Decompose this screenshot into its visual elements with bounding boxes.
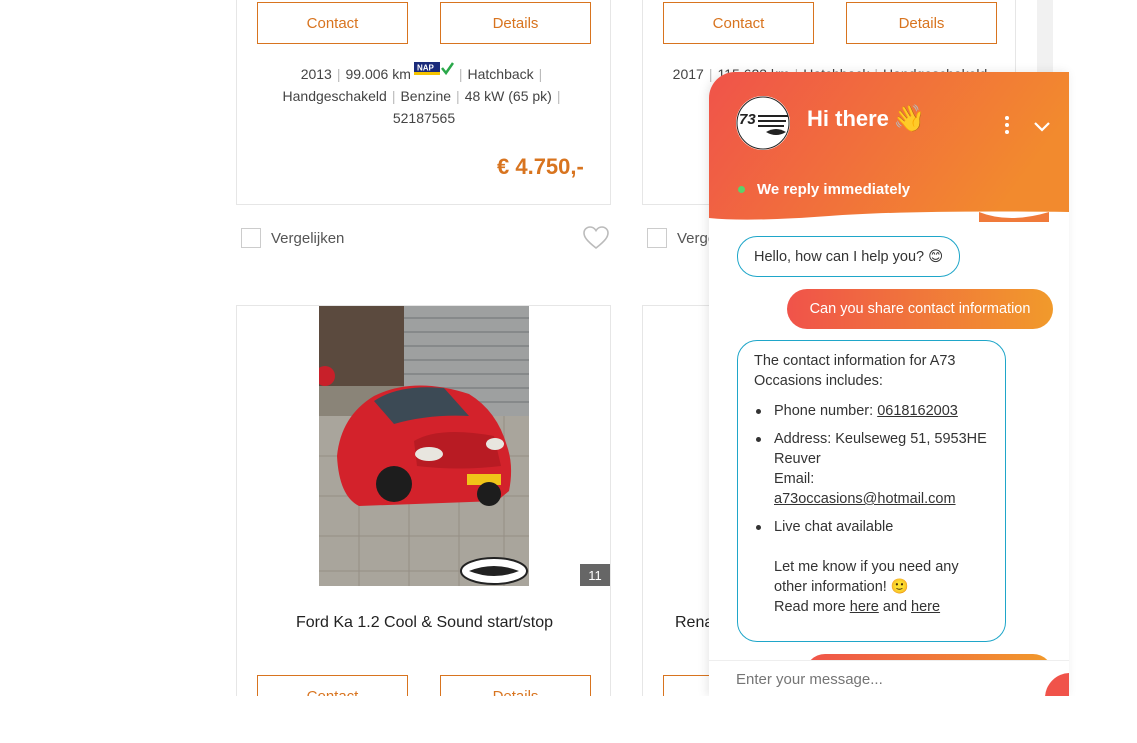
details-button[interactable]: Details xyxy=(440,675,591,696)
bot-message: The contact information for A73 Occasion… xyxy=(737,340,1006,642)
contact-button[interactable]: Contact xyxy=(663,2,814,44)
checkbox-box[interactable] xyxy=(647,228,667,248)
listing-card: Contact Details 2013 | 99.006 km NAP | Hatchb… xyxy=(236,0,611,205)
phone-link[interactable]: 0618162003 xyxy=(877,403,958,419)
chat-status: We reply immediately xyxy=(757,181,911,198)
spec-body: Hatchback xyxy=(467,66,534,82)
details-button[interactable]: Details xyxy=(846,2,997,44)
chevron-down-icon[interactable] xyxy=(1031,116,1053,136)
more-options-icon[interactable] xyxy=(1001,114,1013,136)
checkbox-box[interactable] xyxy=(241,228,261,248)
email-link[interactable]: a73occasions@hotmail.com xyxy=(774,491,956,507)
contact-button[interactable]: Contact xyxy=(257,675,408,696)
car-image xyxy=(319,306,529,586)
chat-greeting: Hi there xyxy=(807,106,889,131)
heart-icon[interactable] xyxy=(583,226,609,250)
spec-year: 2013 xyxy=(300,66,332,82)
chat-widget: 73 Hi there 👋 We reply immediately Hello… xyxy=(709,72,1069,696)
compare-label: Vergelijken xyxy=(271,229,345,247)
svg-text:73: 73 xyxy=(739,111,756,128)
contact-info-list: Phone number: 0618162003 Address: Keulse… xyxy=(754,401,989,617)
page-viewport: Contact Details 2013 | 99.006 km NAP | Hatchb… xyxy=(0,0,1137,696)
chat-header: 73 Hi there 👋 We reply immediately xyxy=(709,72,1069,222)
spec-power: 48 kW (65 pk) xyxy=(464,88,552,104)
list-item: Live chat available Let me know if you ne… xyxy=(754,517,989,617)
user-message: Can you share contact information xyxy=(787,289,1053,329)
chat-input-area xyxy=(709,660,1069,696)
message-input[interactable] xyxy=(736,671,1026,688)
compare-checkbox[interactable]: Vergelijken xyxy=(241,228,344,248)
spec-transmission: Handgeschakeld xyxy=(282,88,387,104)
nap-badge-icon: NAP xyxy=(413,62,454,76)
contact-button[interactable]: Contact xyxy=(257,2,408,44)
here-link[interactable]: here xyxy=(911,599,940,615)
car-photo[interactable] xyxy=(319,306,529,586)
list-item: Phone number: 0618162003 xyxy=(754,401,989,421)
spec-year: 2017 xyxy=(672,66,704,82)
bot-message: Hello, how can I help you? 😊 xyxy=(737,236,961,277)
send-button[interactable] xyxy=(1045,673,1069,696)
wave-icon: 👋 xyxy=(893,103,926,133)
listing-title[interactable]: Ford Ka 1.2 Cool & Sound start/stop xyxy=(237,614,612,632)
spec-mileage: 99.006 km xyxy=(345,66,411,82)
list-item: Address: Keulseweg 51, 5953HE Reuver Emai… xyxy=(754,429,989,509)
a73-logo: 73 xyxy=(736,96,790,150)
details-button[interactable]: Details xyxy=(440,2,591,44)
photo-count-badge: 11 xyxy=(580,564,610,586)
online-status-icon xyxy=(738,186,745,193)
spec-fuel: Benzine xyxy=(400,88,452,104)
listing-card: 11 Ford Ka 1.2 Cool & Sound start/stop C… xyxy=(236,305,611,696)
svg-text:NAP: NAP xyxy=(417,64,435,73)
spec-id: 52187565 xyxy=(392,110,456,126)
here-link[interactable]: here xyxy=(850,599,879,615)
listing-specs: 2013 | 99.006 km NAP | Hatchback | Handgeschak… xyxy=(282,62,561,126)
message-intro: The contact information for A73 Occasion… xyxy=(754,353,956,389)
listing-price: € 4.750,- xyxy=(497,154,584,179)
